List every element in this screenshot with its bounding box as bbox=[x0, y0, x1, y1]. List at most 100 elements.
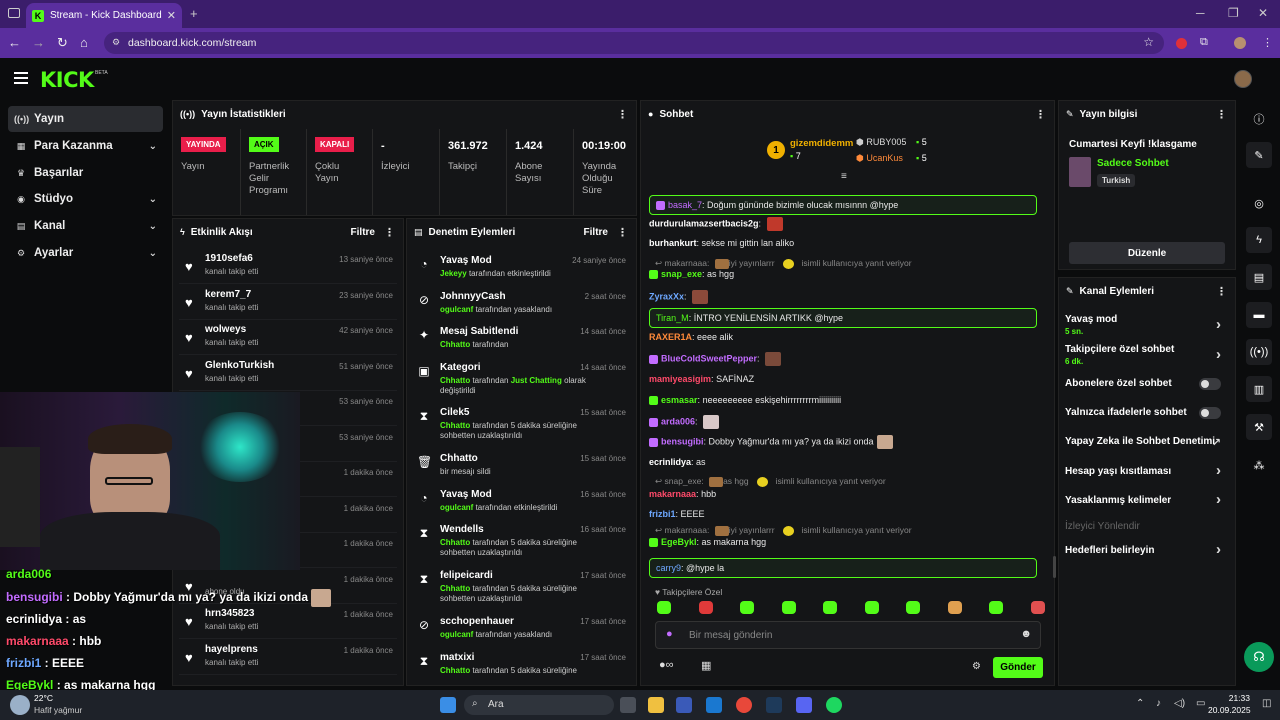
channel-action-item[interactable]: İzleyici Yönlendir bbox=[1065, 521, 1229, 532]
channel-action-item[interactable]: Takipçilere özel sohbet 6 dk. › bbox=[1065, 344, 1229, 366]
chat-message[interactable]: frizbi1: EEEE bbox=[649, 509, 705, 519]
sidebar-item-studyo[interactable]: ◉ Stüdyo ⌄ bbox=[8, 186, 163, 212]
channel-action-item[interactable]: Hesap yaşı kısıtlaması › bbox=[1065, 462, 1229, 479]
activity-item[interactable]: ♥ GlenkoTurkish kanalı takip etti 51 saniye… bbox=[179, 356, 397, 391]
chat-input[interactable]: ● Bir mesaj gönderin ☻ bbox=[655, 621, 1041, 649]
file-explorer-icon[interactable] bbox=[648, 697, 664, 713]
chat-settings-icon[interactable]: ⚙ bbox=[972, 661, 981, 672]
toggle-switch[interactable] bbox=[1199, 378, 1221, 390]
chat-username[interactable]: RAXER1A bbox=[649, 332, 692, 342]
pencil-icon[interactable]: ✎ bbox=[1246, 142, 1272, 168]
chat-username[interactable]: mamiyeasigim bbox=[649, 374, 711, 384]
leaderboard-second[interactable]: ⬢ RUBY005 bbox=[856, 137, 906, 148]
wrench-icon[interactable]: ⚒ bbox=[1246, 414, 1272, 440]
chat-username[interactable]: arda006 bbox=[661, 416, 695, 426]
activity-item[interactable]: ♥ hayelprens kanalı takip etti 1 dakika önc… bbox=[179, 640, 397, 675]
chat-username[interactable]: bensugibi bbox=[661, 436, 704, 446]
user-avatar[interactable] bbox=[1234, 70, 1252, 88]
more-options-icon[interactable]: ⋮ bbox=[1216, 108, 1227, 121]
back-icon[interactable]: ← bbox=[8, 35, 21, 50]
chat-username[interactable]: Tiran_M bbox=[656, 313, 689, 323]
chat-message[interactable]: bensugibi: Dobby Yağmur'da mı ya? ya da … bbox=[649, 435, 893, 449]
document-icon[interactable]: ▤ bbox=[1246, 264, 1272, 290]
toggle-switch[interactable] bbox=[1199, 407, 1221, 419]
chat-username[interactable]: durdurulamazsertbacis2g bbox=[649, 218, 759, 228]
outlook-icon[interactable] bbox=[706, 697, 722, 713]
filter-button[interactable]: Filtre bbox=[584, 227, 608, 238]
edit-button[interactable]: Düzenle bbox=[1069, 242, 1225, 264]
microphone-tray-icon[interactable]: ♪ bbox=[1156, 698, 1161, 709]
activity-item[interactable]: ♥ 1910sefa6 kanalı takip etti 13 saniye önc… bbox=[179, 249, 397, 284]
sidebar-item-yayin[interactable]: ((•)) Yayın bbox=[8, 106, 163, 132]
sidebar-item-para-kazanma[interactable]: ▦ Para Kazanma ⌄ bbox=[8, 133, 163, 159]
volume-icon[interactable]: ◁) bbox=[1174, 698, 1185, 709]
chat-message[interactable]: basak_7: Doğum gününde bizimle olucak mı… bbox=[649, 195, 1037, 215]
chat-username[interactable]: EgeBykl bbox=[661, 537, 697, 547]
chat-message[interactable]: Tiran_M: İNTRO YENİLENSİN ARTIKK @hype bbox=[649, 308, 1037, 328]
broadcast-icon[interactable]: ((•)) bbox=[1246, 339, 1272, 365]
emote-picker-item[interactable] bbox=[864, 601, 879, 614]
more-options-icon[interactable]: ⋮ bbox=[1216, 285, 1227, 298]
site-info-icon[interactable]: ⚙ bbox=[112, 37, 120, 48]
emote-picker-item[interactable] bbox=[698, 601, 713, 614]
leaderboard-first-name[interactable]: gizemdidemm bbox=[790, 138, 853, 149]
task-view-icon[interactable] bbox=[620, 697, 636, 713]
sidebar-item-basarilar[interactable]: ♛ Başarılar bbox=[8, 160, 163, 186]
steam-icon[interactable] bbox=[766, 697, 782, 713]
chat-message[interactable]: ecrinlidya: as bbox=[649, 457, 706, 467]
chat-icon[interactable]: ▬ bbox=[1246, 302, 1272, 328]
browser-menu-icon[interactable]: ⋮ bbox=[1262, 36, 1273, 49]
bookmark-star-icon[interactable]: ☆ bbox=[1143, 35, 1154, 49]
channel-action-item[interactable]: Yavaş mod 5 sn. › bbox=[1065, 314, 1229, 336]
chat-message[interactable]: esmasar: neeeeeeeee eskişehirrrrrrrrmiii… bbox=[649, 395, 841, 406]
chat-message[interactable]: burhankurt: sekse mi gittin lan aliko bbox=[649, 238, 794, 248]
chat-message[interactable]: mamiyeasigim: SAFİNAZ bbox=[649, 374, 754, 384]
chat-username[interactable]: burhankurt bbox=[649, 238, 697, 248]
profile-avatar[interactable] bbox=[1234, 37, 1246, 49]
chat-message[interactable]: snap_exe: as hgg bbox=[649, 269, 734, 280]
sidebar-item-ayarlar[interactable]: ⚙ Ayarlar ⌄ bbox=[8, 240, 163, 266]
emote-picker-item[interactable] bbox=[1030, 601, 1045, 614]
lightning-icon[interactable]: ϟ bbox=[1246, 227, 1272, 253]
activity-item[interactable]: ♥ hrn345823 kanalı takip etti 1 dakika önce bbox=[179, 604, 397, 639]
layout-icon[interactable]: ▥ bbox=[1246, 376, 1272, 402]
home-icon[interactable]: ⌂ bbox=[80, 35, 88, 50]
emoji-icon[interactable]: ☻ bbox=[1020, 628, 1032, 640]
chat-message[interactable]: durdurulamazsertbacis2g: bbox=[649, 217, 783, 231]
weather-icon[interactable] bbox=[10, 695, 30, 715]
minimize-icon[interactable]: ─ bbox=[1196, 6, 1205, 20]
channel-action-item[interactable]: Hedefleri belirleyin › bbox=[1065, 541, 1229, 558]
chat-message[interactable]: EgeBykl: as makarna hgg bbox=[649, 537, 766, 548]
forward-icon[interactable]: → bbox=[32, 35, 45, 50]
maximize-icon[interactable]: ❐ bbox=[1228, 6, 1239, 20]
emote-picker-item[interactable] bbox=[740, 601, 754, 614]
activity-item[interactable]: ♥ kerem7_7 kanalı takip etti 23 saniye önce bbox=[179, 285, 397, 320]
address-bar[interactable]: ⚙ dashboard.kick.com/stream ☆ bbox=[104, 32, 1164, 54]
channel-action-item[interactable]: Yalnızca ifadelerle sohbet bbox=[1065, 407, 1229, 419]
emote-picker-item[interactable] bbox=[781, 601, 796, 614]
chat-message[interactable]: BlueColdSweetPepper: bbox=[649, 352, 782, 366]
emote-picker-item[interactable] bbox=[947, 601, 962, 614]
chat-username[interactable]: frizbi1 bbox=[649, 509, 676, 519]
support-headset-icon[interactable]: ☊ bbox=[1244, 642, 1274, 672]
network-icon[interactable]: ▭ bbox=[1196, 698, 1205, 709]
tab-close-icon[interactable]: ✕ bbox=[167, 9, 176, 22]
more-options-icon[interactable]: ⋮ bbox=[617, 108, 628, 121]
activity-item[interactable]: ♥ wolweys kanalı takip etti 42 saniye önce bbox=[179, 320, 397, 355]
emote-picker-item[interactable] bbox=[989, 601, 1003, 614]
new-tab-icon[interactable]: + bbox=[190, 6, 198, 21]
store-icon[interactable]: ▦ bbox=[701, 659, 711, 672]
channel-action-item[interactable]: Abonelere özel sohbet bbox=[1065, 378, 1229, 390]
emote-picker-item[interactable] bbox=[823, 601, 837, 614]
chat-message[interactable]: RAXER1A: eeee alik bbox=[649, 332, 733, 342]
taskbar-search[interactable]: ⌕ Ara bbox=[464, 695, 614, 715]
more-options-icon[interactable]: ⋮ bbox=[384, 226, 395, 239]
leaderboard-third[interactable]: ⬢ UcanKus bbox=[856, 153, 903, 164]
channel-action-item[interactable]: Yasaklanmış kelimeler › bbox=[1065, 491, 1229, 508]
chat-username[interactable]: basak_7 bbox=[668, 200, 702, 210]
info-icon[interactable]: ⓘ bbox=[1246, 106, 1272, 132]
extensions-puzzle-icon[interactable]: ⧉ bbox=[1200, 36, 1208, 49]
hamburger-menu-icon[interactable] bbox=[14, 72, 28, 74]
chat-message[interactable]: arda006: bbox=[649, 415, 720, 429]
browser-tab[interactable]: K Stream - Kick Dashboard ✕ bbox=[26, 3, 182, 28]
